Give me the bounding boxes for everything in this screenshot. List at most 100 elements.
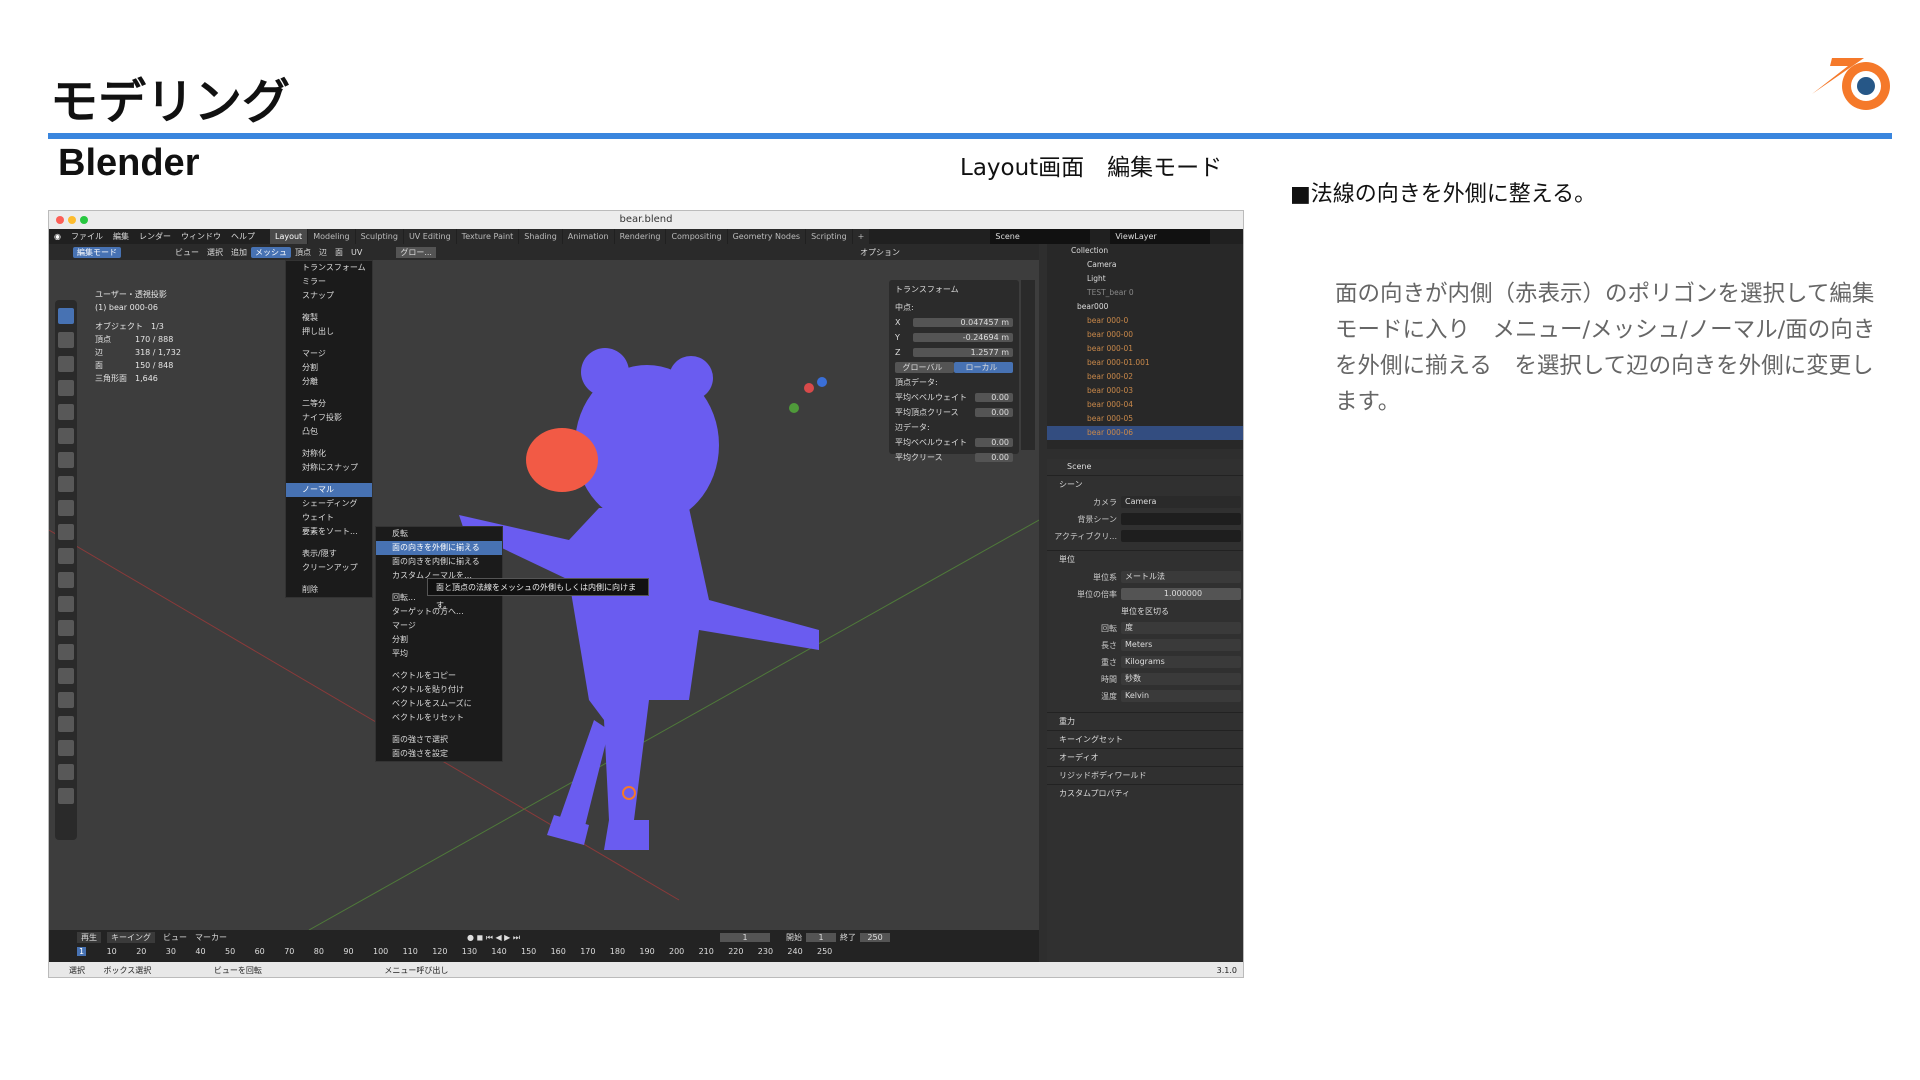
scale-tool-icon[interactable] — [58, 404, 74, 420]
normals-copy-vector[interactable]: ベクトルをコピー — [376, 669, 502, 683]
camera-field[interactable]: Camera — [1121, 496, 1241, 508]
header-add[interactable]: 追加 — [227, 247, 251, 258]
outliner-bear-000-01-001[interactable]: bear 000-01.001 — [1047, 356, 1243, 370]
median-z-field[interactable]: 1.2577 m — [913, 347, 1013, 357]
normals-paste-vector[interactable]: ベクトルを貼り付け — [376, 683, 502, 697]
menu-item-delete[interactable]: 削除 — [286, 583, 372, 597]
header-select[interactable]: 選択 — [203, 247, 227, 258]
scene-selector[interactable]: Scene — [990, 229, 1091, 244]
bevel-tool-icon[interactable] — [58, 572, 74, 588]
rip-tool-icon[interactable] — [58, 788, 74, 804]
n-panel-tabs[interactable] — [1021, 280, 1035, 450]
normals-reset-vector[interactable]: ベクトルをリセット — [376, 711, 502, 725]
median-x-field[interactable]: 0.047457 m — [913, 317, 1013, 327]
edge-slide-tool-icon[interactable] — [58, 716, 74, 732]
unit-system-select[interactable]: メートル法 — [1121, 571, 1241, 583]
local-toggle[interactable]: ローカル — [954, 361, 1013, 373]
orientation-selector[interactable]: グロー... — [396, 246, 436, 258]
menu-item-sort[interactable]: 要素をソート... — [286, 525, 372, 539]
measure-tool-icon[interactable] — [58, 476, 74, 492]
custom-properties-section[interactable]: カスタムプロパティ — [1047, 784, 1243, 802]
keying-sets-section[interactable]: キーイングセット — [1047, 730, 1243, 748]
normals-smooth-vector[interactable]: ベクトルをスムーズに — [376, 697, 502, 711]
normals-select-by-strength[interactable]: 面の強さで選択 — [376, 733, 502, 747]
separate-units-checkbox[interactable]: 単位を区切る — [1121, 606, 1169, 617]
minimize-dot-icon[interactable] — [68, 216, 76, 224]
outliner-bear-000-02[interactable]: bear 000-02 — [1047, 370, 1243, 384]
edge-bevel-field[interactable]: 0.00 — [975, 437, 1013, 447]
menu-item-normals[interactable]: ノーマル — [286, 483, 372, 497]
menu-item-merge[interactable]: マージ — [286, 347, 372, 361]
normals-flip[interactable]: 反転 — [376, 527, 502, 541]
normals-average[interactable]: 平均 — [376, 647, 502, 661]
length-select[interactable]: Meters — [1121, 639, 1241, 651]
smooth-tool-icon[interactable] — [58, 692, 74, 708]
menu-item-duplicate[interactable]: 複製 — [286, 311, 372, 325]
outliner-collection[interactable]: Collection — [1047, 244, 1243, 258]
menu-item-bisect[interactable]: 二等分 — [286, 397, 372, 411]
play-controls[interactable]: ● ◼ ⏮ ◀ ▶ ⏭ — [467, 933, 520, 943]
annotate-tool-icon[interactable] — [58, 452, 74, 468]
bevel-weight-field[interactable]: 0.00 — [975, 392, 1013, 402]
outliner-bear-000-00[interactable]: bear 000-00 — [1047, 328, 1243, 342]
outliner-light[interactable]: Light — [1047, 272, 1243, 286]
menu-item-mirror[interactable]: ミラー — [286, 275, 372, 289]
n-panel-options[interactable]: オプション — [856, 247, 904, 258]
navigation-gizmo[interactable] — [789, 377, 827, 413]
audio-section[interactable]: オーディオ — [1047, 748, 1243, 766]
outliner-bear-000-01[interactable]: bear 000-01 — [1047, 342, 1243, 356]
spin-tool-icon[interactable] — [58, 668, 74, 684]
timeline-play-menu[interactable]: 再生 — [77, 932, 101, 943]
median-y-field[interactable]: -0.24694 m — [913, 332, 1013, 342]
time-select[interactable]: 秒数 — [1121, 673, 1241, 685]
knife-tool-icon[interactable] — [58, 620, 74, 636]
frame-start-field[interactable]: 1 — [806, 933, 837, 942]
cursor-tool-icon[interactable] — [58, 332, 74, 348]
shrink-tool-icon[interactable] — [58, 740, 74, 756]
3d-viewport[interactable]: ユーザー・透視投影 (1) bear 000-06 オブジェクト 1/3 頂点 … — [49, 260, 1039, 930]
shear-tool-icon[interactable] — [58, 764, 74, 780]
menu-item-cleanup[interactable]: クリーンアップ — [286, 561, 372, 575]
units-section[interactable]: 単位 — [1047, 550, 1243, 568]
current-frame-field[interactable]: 1 — [720, 933, 771, 942]
normals-recalc-outside[interactable]: 面の向きを外側に揃える — [376, 541, 502, 555]
menu-item-snap[interactable]: スナップ — [286, 289, 372, 303]
tab-animation[interactable]: Animation — [562, 229, 614, 244]
timeline-keying-menu[interactable]: キーイング — [107, 932, 155, 943]
normals-merge[interactable]: マージ — [376, 619, 502, 633]
tab-sculpting[interactable]: Sculpting — [355, 229, 403, 244]
menu-item-separate[interactable]: 分離 — [286, 375, 372, 389]
gravity-section[interactable]: 重力 — [1047, 712, 1243, 730]
global-toggle[interactable]: グローバル — [895, 361, 954, 373]
vertex-crease-field[interactable]: 0.00 — [975, 407, 1013, 417]
normals-set-strength[interactable]: 面の強さを設定 — [376, 747, 502, 761]
viewlayer-selector[interactable]: ViewLayer — [1110, 229, 1211, 244]
header-vertex[interactable]: 頂点 — [291, 247, 315, 258]
header-face[interactable]: 面 — [331, 247, 347, 258]
extrude-tool-icon[interactable] — [58, 524, 74, 540]
select-tool-icon[interactable] — [58, 308, 74, 324]
timeline-ruler[interactable]: 1 10 20 30 40 50 60 70 80 90 100 110 120 130 140 150 160… — [49, 945, 1039, 962]
add-workspace-button[interactable]: + — [852, 229, 870, 244]
menu-render[interactable]: レンダー — [134, 229, 176, 244]
menu-file[interactable]: ファイル — [66, 229, 108, 244]
tab-shading[interactable]: Shading — [519, 229, 562, 244]
rotation-select[interactable]: 度 — [1121, 622, 1241, 634]
add-cube-tool-icon[interactable] — [58, 500, 74, 516]
tab-compositing[interactable]: Compositing — [666, 229, 727, 244]
header-mesh[interactable]: メッシュ — [251, 246, 291, 258]
rigid-body-world-section[interactable]: リジッドボディワールド — [1047, 766, 1243, 784]
loop-cut-tool-icon[interactable] — [58, 596, 74, 612]
mode-selector[interactable]: 編集モード — [73, 246, 121, 258]
tab-modeling[interactable]: Modeling — [308, 229, 355, 244]
menu-window[interactable]: ウィンドウ — [176, 229, 226, 244]
tab-layout[interactable]: Layout — [269, 229, 308, 244]
outliner-bear-000-06[interactable]: bear 000-06 — [1047, 426, 1243, 440]
active-clip-field[interactable] — [1121, 530, 1241, 542]
scene-section[interactable]: シーン — [1047, 475, 1243, 493]
normals-recalc-inside[interactable]: 面の向きを内側に揃える — [376, 555, 502, 569]
outliner-camera[interactable]: Camera — [1047, 258, 1243, 272]
menu-help[interactable]: ヘルプ — [226, 229, 260, 244]
menu-item-convex-hull[interactable]: 凸包 — [286, 425, 372, 439]
frame-end-field[interactable]: 250 — [860, 933, 891, 942]
